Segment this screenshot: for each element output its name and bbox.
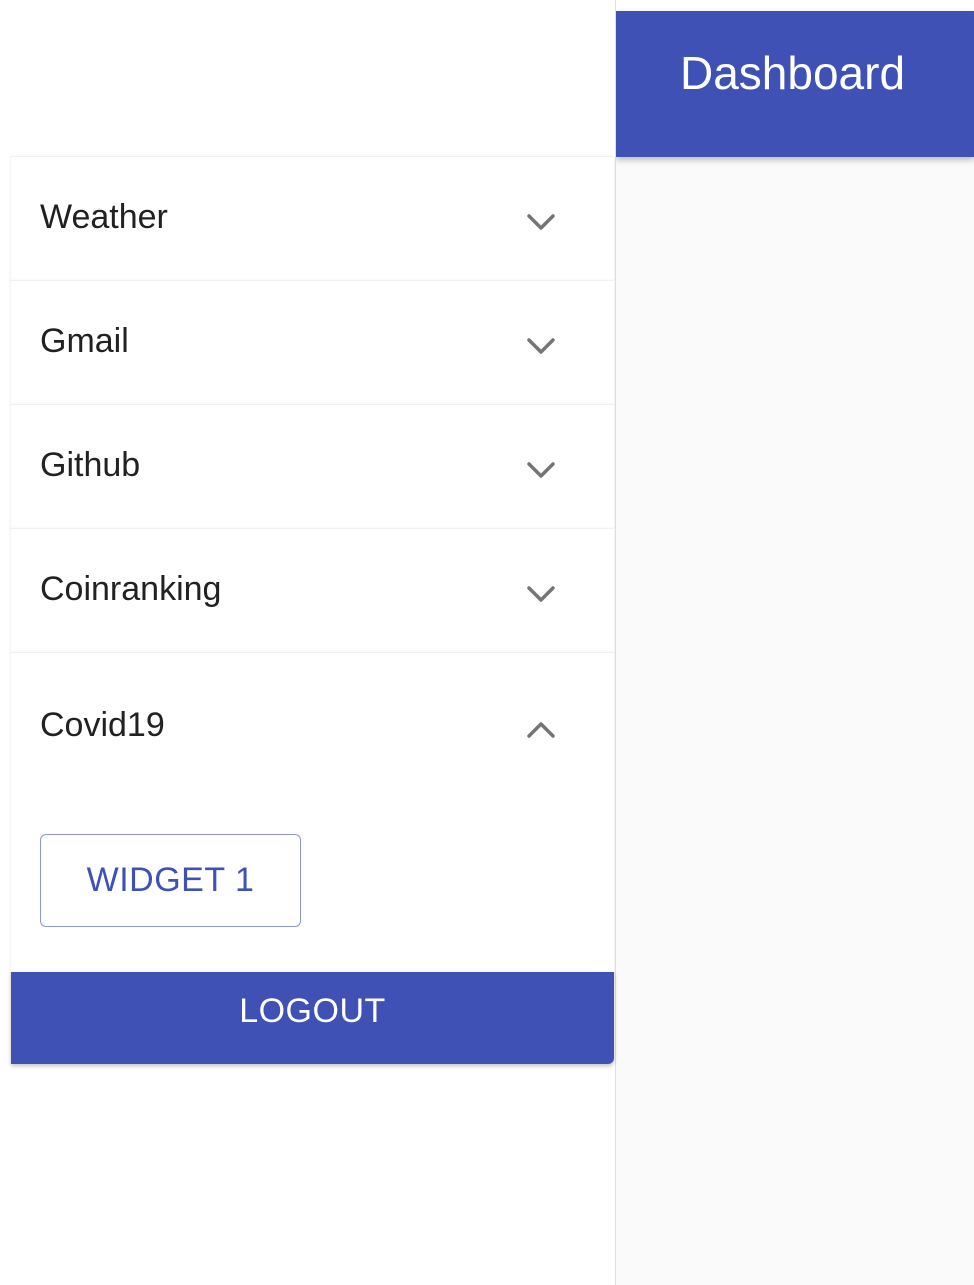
chevron-down-icon[interactable] [521,207,561,237]
app-bar: Dashboard [616,11,974,157]
top-strip [616,0,974,11]
accordion-label-coinranking: Coinranking [40,570,222,608]
accordion-item-github: Github [11,404,614,528]
accordion-label-gmail: Gmail [40,322,129,360]
accordion-item-coinranking: Coinranking [11,528,614,652]
services-accordion: Weather Gmail Github Coinranking Covid19… [11,156,614,975]
accordion-details-covid19: WIDGET 1 [11,813,614,975]
accordion-item-gmail: Gmail [11,280,614,404]
accordion-summary-covid19[interactable]: Covid19 [11,653,614,813]
accordion-summary-gmail[interactable]: Gmail [11,281,614,404]
main-content [616,0,974,1285]
widget-1-button[interactable]: WIDGET 1 [40,834,301,927]
chevron-down-icon[interactable] [521,331,561,361]
page-title: Dashboard [680,47,906,99]
logout-button[interactable]: LOGOUT [11,972,614,1064]
chevron-down-icon[interactable] [521,579,561,609]
accordion-label-covid19: Covid19 [40,706,165,744]
chevron-down-icon[interactable] [521,455,561,485]
chevron-up-icon[interactable] [521,715,561,745]
accordion-summary-github[interactable]: Github [11,405,614,528]
sidebar-drawer: Weather Gmail Github Coinranking Covid19… [0,0,616,1285]
accordion-label-weather: Weather [40,198,168,236]
accordion-summary-weather[interactable]: Weather [11,157,614,280]
accordion-item-covid19: Covid19 WIDGET 1 [11,652,614,975]
accordion-item-weather: Weather [11,156,614,280]
accordion-summary-coinranking[interactable]: Coinranking [11,529,614,652]
accordion-label-github: Github [40,446,141,484]
